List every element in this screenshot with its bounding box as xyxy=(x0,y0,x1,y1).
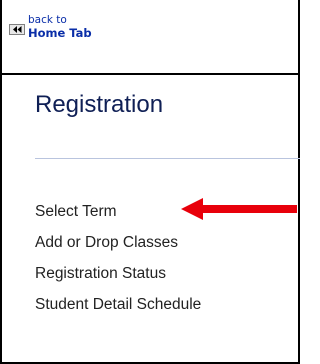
page-title: Registration xyxy=(35,91,164,118)
back-to-home-link[interactable]: back to Home Tab xyxy=(28,14,92,39)
menu-item-select-term[interactable]: Select Term xyxy=(35,196,201,227)
red-arrow-icon xyxy=(181,198,297,220)
registration-menu: Select Term Add or Drop Classes Registra… xyxy=(35,196,201,320)
rewind-icon xyxy=(13,26,22,33)
menu-item-registration-status[interactable]: Registration Status xyxy=(35,258,201,289)
home-tab-label: Home Tab xyxy=(28,26,92,40)
panel-frame: back to Home Tab Registration Select Ter… xyxy=(0,0,300,364)
back-to-label: back to xyxy=(28,14,67,26)
back-button[interactable] xyxy=(9,24,25,35)
menu-item-add-drop-classes[interactable]: Add or Drop Classes xyxy=(35,227,201,258)
menu-item-student-detail-schedule[interactable]: Student Detail Schedule xyxy=(35,289,201,320)
divider xyxy=(35,158,300,159)
top-bar: back to Home Tab xyxy=(2,0,298,75)
